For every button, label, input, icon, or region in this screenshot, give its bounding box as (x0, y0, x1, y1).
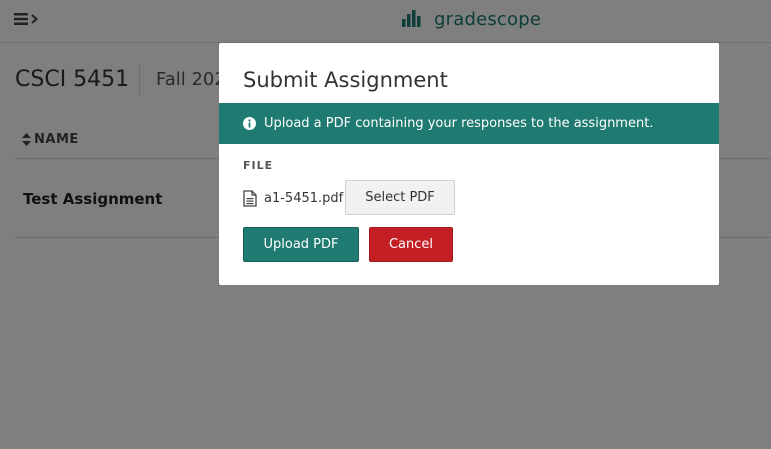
file-icon (243, 189, 257, 207)
selected-file: a1-5451.pdf (243, 188, 343, 208)
gradescope-page: gradescope CSCI 5451 Fall 2023 NAME Test… (0, 0, 771, 449)
file-name: a1-5451.pdf (264, 190, 344, 206)
select-pdf-button[interactable]: Select PDF (345, 180, 455, 215)
info-circle-icon (243, 117, 256, 130)
cancel-button[interactable]: Cancel (369, 227, 453, 262)
file-section-label: FILE (243, 159, 274, 172)
upload-pdf-button[interactable]: Upload PDF (243, 227, 359, 262)
info-alert: Upload a PDF containing your responses t… (219, 103, 719, 144)
submit-assignment-modal: Submit Assignment Upload a PDF containin… (219, 43, 719, 285)
modal-title: Submit Assignment (243, 68, 448, 92)
info-text: Upload a PDF containing your responses t… (264, 116, 654, 131)
